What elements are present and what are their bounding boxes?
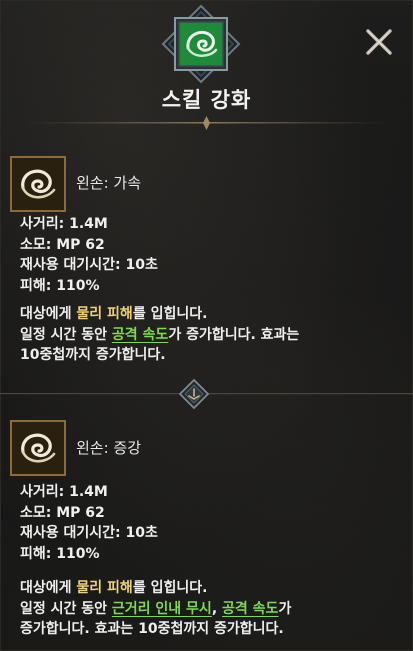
- desc-line: 대상에게 물리 피해를 입힙니다.: [20, 304, 299, 325]
- skill-icon: [10, 420, 66, 476]
- melee-endurance-ignore-link[interactable]: 근거리 인내 무시: [112, 601, 212, 617]
- emblem-frame: [161, 4, 241, 84]
- damage-type-highlight: 물리 피해: [76, 306, 133, 322]
- skill-description: 대상에게 물리 피해를 입힙니다. 일정 시간 동안 근거리 인내 무시, 공격…: [20, 578, 291, 640]
- desc-text: 가 증가합니다. 효과는: [168, 326, 300, 343]
- stat-cooldown: 재사용 대기시간: 10초: [20, 257, 158, 273]
- damage-type-highlight: 물리 피해: [76, 580, 133, 596]
- desc-text: 를 입힙니다.: [132, 580, 208, 596]
- skill-name: 왼손: 가속: [76, 174, 142, 192]
- stat-range: 사거리: 1.4M: [20, 216, 108, 232]
- skill-stats: 사거리: 1.4M 소모: MP 62 재사용 대기시간: 10초 피해: 11…: [20, 214, 158, 296]
- stat-range: 사거리: 1.4M: [20, 484, 108, 500]
- divider-emblem-icon: [178, 378, 210, 410]
- stat-cost: 소모: MP 62: [20, 236, 105, 253]
- desc-text: 대상에게: [20, 580, 77, 596]
- desc-line: 일정 시간 동안 공격 속도가 증가합니다. 효과는: [20, 325, 299, 346]
- close-x-icon: [366, 29, 392, 55]
- gold-swirl-skill-icon: [12, 158, 64, 210]
- skill-emblem: [157, 4, 245, 92]
- close-button[interactable]: [362, 25, 396, 59]
- header-divider: [24, 115, 389, 131]
- stat-cooldown: 재사용 대기시간: 10초: [20, 525, 158, 541]
- skill-name: 왼손: 증강: [76, 439, 142, 457]
- stat-damage: 피해: 110%: [20, 277, 100, 294]
- desc-text: 일정 시간 동안: [20, 326, 112, 343]
- desc-text: ,: [211, 600, 223, 617]
- attack-speed-link[interactable]: 공격 속도: [112, 327, 168, 343]
- desc-line: 증가합니다. 효과는 10중첩까지 증가합니다.: [20, 621, 284, 637]
- desc-line: 대상에게 물리 피해를 입힙니다.: [20, 578, 291, 599]
- desc-text: 일정 시간 동안: [20, 600, 112, 617]
- desc-text: 대상에게: [20, 306, 77, 322]
- desc-text: 를 입힙니다.: [132, 306, 208, 322]
- skill-stats: 사거리: 1.4M 소모: MP 62 재사용 대기시간: 10초 피해: 11…: [20, 482, 158, 564]
- desc-text: 가: [278, 600, 292, 617]
- page-title: 스킬 강화: [161, 88, 252, 112]
- gold-swirl-skill-icon: [12, 422, 64, 474]
- stat-damage: 피해: 110%: [20, 545, 100, 562]
- attack-speed-link[interactable]: 공격 속도: [222, 601, 278, 617]
- desc-line: 10중첩까지 증가합니다.: [20, 347, 166, 363]
- section-divider: [0, 376, 413, 412]
- skill-description: 대상에게 물리 피해를 입힙니다. 일정 시간 동안 공격 속도가 증가합니다.…: [20, 304, 299, 366]
- stat-cost: 소모: MP 62: [20, 504, 105, 521]
- skill-icon: [10, 156, 66, 212]
- desc-line: 일정 시간 동안 근거리 인내 무시, 공격 속도가: [20, 599, 291, 620]
